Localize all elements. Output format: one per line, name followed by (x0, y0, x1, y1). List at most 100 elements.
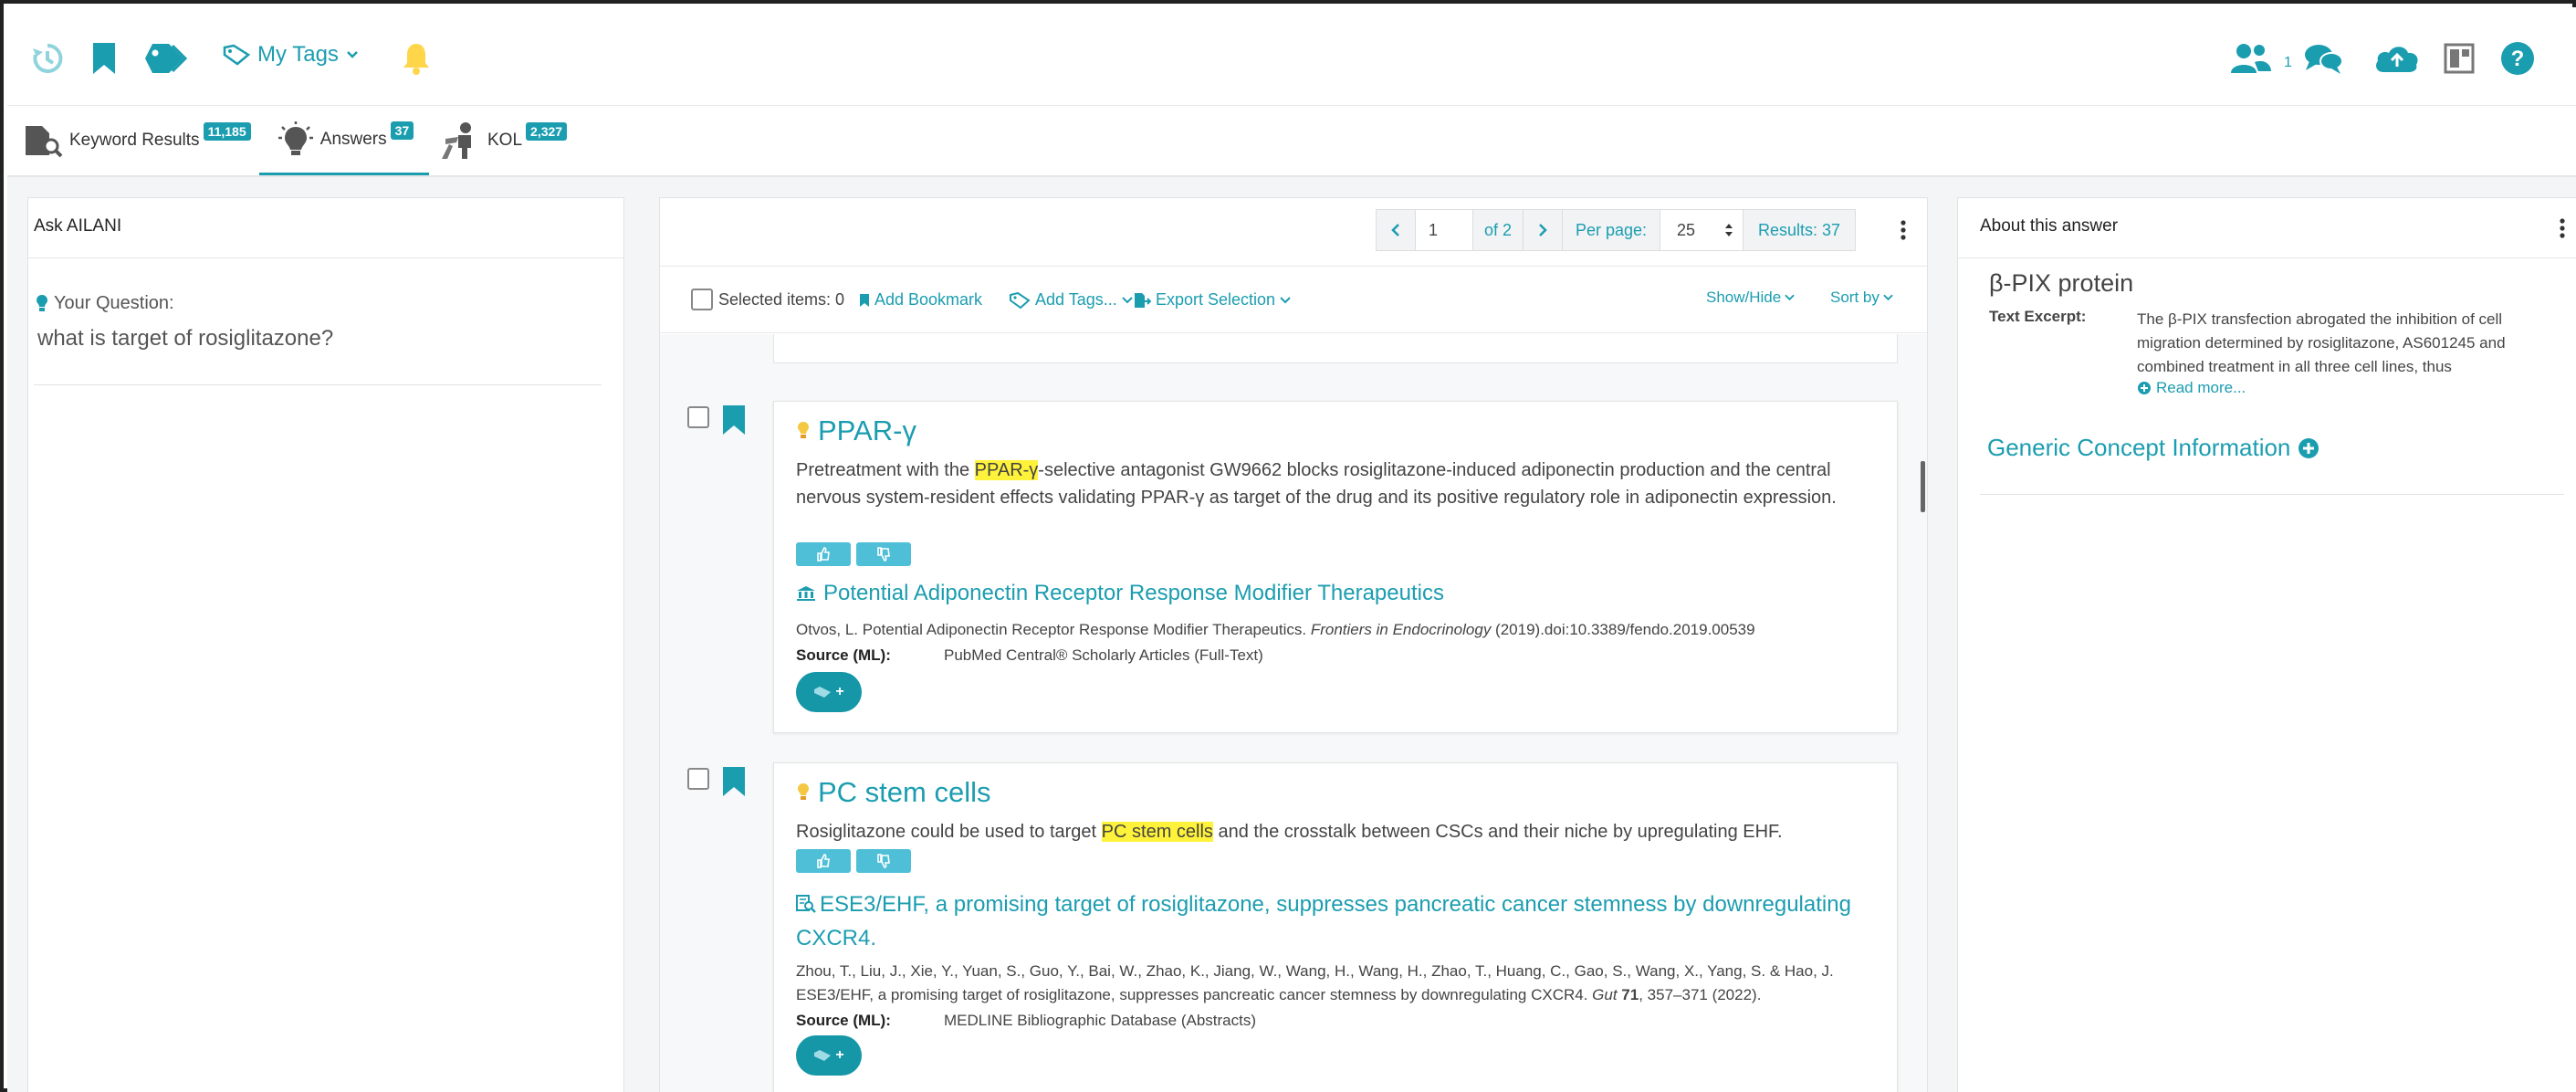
result-bookmark-icon[interactable] (722, 766, 746, 802)
generic-concept-title: Generic Concept Information (1987, 434, 2291, 461)
add-tag-plus: + (835, 1047, 844, 1063)
snippet-text: Rosiglitazone could be used to target (796, 822, 1102, 842)
vote-buttons (796, 542, 916, 566)
thumbs-down-icon (877, 547, 890, 562)
result-snippet: Pretreatment with the PPAR-γ-selective a… (796, 457, 1882, 511)
excerpt-text: The β-PIX transfection abrogated the inh… (2137, 308, 2566, 379)
result-checkbox[interactable] (687, 406, 709, 428)
export-selection-button[interactable]: Export Selection (1133, 290, 1291, 310)
result-title[interactable]: PC stem cells (818, 776, 990, 809)
add-tag-plus: + (835, 684, 844, 699)
source-label: Source (ML): (796, 1012, 891, 1029)
show-hide-dropdown[interactable]: Show/Hide (1706, 289, 1795, 307)
add-tags-button[interactable]: Add Tags... (1009, 290, 1133, 310)
page-number-input[interactable]: 1 (1415, 209, 1473, 251)
tab-keyword-results-label: Keyword Results (69, 131, 200, 150)
plus-circle-icon (2138, 382, 2151, 394)
thumbs-up-icon (817, 547, 830, 562)
thumbs-up-icon (817, 854, 830, 868)
tab-answers[interactable]: Answers 37 (259, 106, 429, 175)
add-tag-button[interactable]: + (796, 672, 862, 712)
add-bookmark-button[interactable]: Add Bookmark (859, 290, 982, 310)
my-tags-dropdown[interactable]: My Tags (223, 42, 359, 68)
citation: Otvos, L. Potential Adiponectin Receptor… (796, 621, 1755, 639)
tag-icon (223, 44, 250, 66)
export-icon (1135, 292, 1151, 308)
read-more-link[interactable]: Read more... (2137, 379, 2246, 397)
result-snippet: Rosiglitazone could be used to target PC… (796, 818, 1882, 845)
result-title[interactable]: PPAR-γ (818, 415, 916, 447)
tab-answers-count: 37 (390, 121, 414, 140)
collaborators-icon[interactable] (2227, 38, 2275, 79)
select-all-checkbox[interactable] (691, 289, 713, 310)
result-title-row: PC stem cells (796, 776, 990, 809)
result-bookmark-icon[interactable] (722, 404, 746, 440)
per-page-label: Per page: (1562, 209, 1660, 251)
about-panel-header: About this answer (1958, 198, 2576, 258)
source-label: Source (ML): (796, 646, 891, 664)
vote-buttons (796, 849, 916, 873)
sort-by-dropdown[interactable]: Sort by (1830, 289, 1893, 307)
citation-text: Otvos, L. Potential Adiponectin Receptor… (796, 621, 1311, 638)
tab-kol[interactable]: KOL 2,327 (438, 106, 568, 175)
thumbs-down-button[interactable] (856, 849, 911, 873)
scrollbar-thumb[interactable] (1921, 461, 1925, 512)
add-tag-button[interactable]: + (796, 1035, 862, 1076)
pagination-bar: 1 of 2 Per page: 25 Results: 37 (1376, 209, 1881, 251)
tab-keyword-results[interactable]: Keyword Results 11,185 (22, 106, 251, 175)
document-title-link[interactable]: ESE3/EHF, a promising target of rosiglit… (796, 887, 1882, 955)
result-card: PPAR-γ Pretreatment with the PPAR-γ-sele… (773, 401, 1898, 733)
add-bookmark-label: Add Bookmark (874, 290, 983, 309)
question-label: Your Question: (54, 293, 174, 313)
tags-icon[interactable] (142, 38, 190, 79)
chevron-down-icon (1883, 294, 1893, 301)
snippet-text: Pretreatment with the (796, 460, 975, 480)
selection-toolbar: Selected items: 0 Add Bookmark Add Tags.… (660, 266, 1927, 333)
sort-by-label: Sort by (1830, 289, 1880, 306)
generic-concept-info-toggle[interactable]: Generic Concept Information (1987, 434, 2319, 462)
selected-count: Selected items: 0 (718, 289, 845, 309)
about-panel-title: About this answer (1980, 216, 2119, 236)
thumbs-down-button[interactable] (856, 542, 911, 566)
history-icon[interactable] (27, 38, 68, 79)
add-tags-label: Add Tags... (1035, 290, 1117, 309)
thumbs-down-icon (877, 854, 890, 868)
per-page-value: 25 (1677, 220, 1696, 239)
next-page-button[interactable] (1523, 209, 1563, 251)
tab-kol-count: 2,327 (526, 122, 568, 141)
my-tags-label: My Tags (257, 42, 339, 67)
help-icon[interactable]: ? (2497, 38, 2538, 79)
chevron-down-icon (1122, 296, 1133, 303)
prev-page-button[interactable] (1376, 209, 1416, 251)
lightbulb-icon (798, 783, 809, 800)
thumbs-up-button[interactable] (796, 849, 851, 873)
citation-text: ESE3/EHF, a promising target of rosiglit… (796, 986, 1593, 1003)
show-hide-label: Show/Hide (1706, 289, 1782, 306)
snippet-highlight: PPAR-γ (974, 460, 1039, 480)
about-more-options-icon[interactable] (2559, 216, 2566, 242)
cloud-upload-icon[interactable] (2372, 38, 2423, 79)
bookmark-icon (860, 293, 869, 307)
chat-icon[interactable] (2300, 38, 2346, 79)
document-title-link[interactable]: Potential Adiponectin Receptor Response … (823, 581, 1444, 606)
lightbulb-idea-icon (277, 121, 313, 155)
tab-answers-label: Answers (319, 129, 387, 149)
plus-circle-icon (2299, 437, 2319, 458)
collaborators-count: 1 (2284, 55, 2292, 70)
layout-panels-icon[interactable] (2441, 38, 2477, 79)
per-page-select[interactable]: 25 (1660, 209, 1744, 251)
thumbs-up-button[interactable] (796, 542, 851, 566)
tab-keyword-results-count: 11,185 (203, 122, 251, 141)
previous-card-bottom (773, 334, 1898, 363)
ask-panel-header: Ask AILANI (28, 198, 623, 258)
select-all[interactable]: Selected items: 0 (691, 289, 844, 310)
snippet-highlight: PC stem cells (1101, 822, 1213, 842)
more-options-icon[interactable] (1900, 218, 1907, 244)
chevron-left-icon (1391, 224, 1399, 236)
divider (1980, 494, 2564, 495)
document-title-text: ESE3/EHF, a promising target of rosiglit… (796, 892, 1851, 950)
result-checkbox[interactable] (687, 768, 709, 790)
bookmark-icon[interactable] (88, 38, 120, 79)
document-title-row: Potential Adiponectin Receptor Response … (796, 581, 1444, 606)
notifications-bell-icon[interactable] (398, 38, 435, 79)
